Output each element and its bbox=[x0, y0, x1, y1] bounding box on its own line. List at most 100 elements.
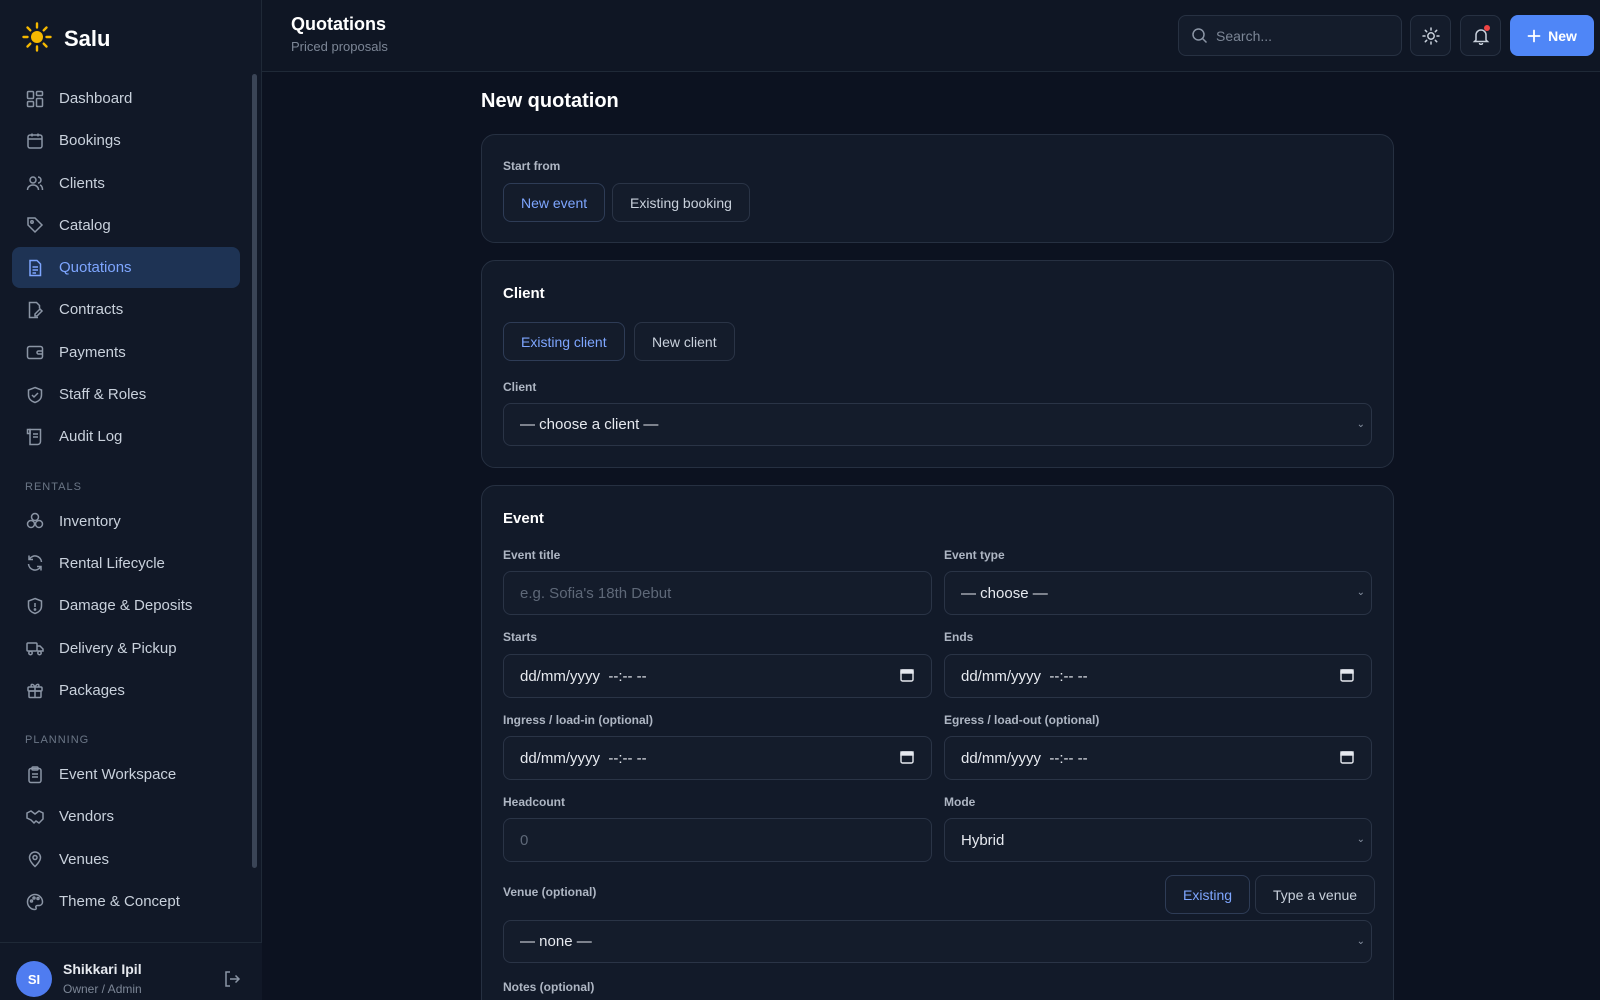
tag-icon bbox=[25, 215, 45, 235]
chevron-down-icon: ⌄ bbox=[1356, 587, 1365, 598]
sidebar-item-label: Venues bbox=[59, 850, 110, 868]
users-icon bbox=[25, 173, 45, 193]
client-field-label: Client bbox=[503, 380, 537, 394]
avatar[interactable]: SI bbox=[16, 961, 52, 997]
event-type-select[interactable]: — choose — ⌄ bbox=[944, 571, 1372, 615]
boxes-icon bbox=[25, 511, 45, 531]
sidebar-item-catalog[interactable]: Catalog bbox=[12, 205, 240, 246]
calendar-picker-icon[interactable] bbox=[900, 750, 914, 768]
scroll-icon bbox=[25, 427, 45, 447]
plus-icon bbox=[1527, 29, 1541, 43]
venue-existing-button[interactable]: Existing bbox=[1165, 875, 1251, 914]
start-from-label: Start from bbox=[503, 159, 561, 173]
sidebar-item-bookings[interactable]: Bookings bbox=[12, 120, 240, 161]
calendar-picker-icon[interactable] bbox=[900, 668, 914, 686]
wallet-icon bbox=[25, 342, 45, 362]
sidebar-item-label: Damage & Deposits bbox=[59, 597, 193, 615]
event-card: Event Event title e.g. Sofia's 18th Debu… bbox=[481, 485, 1394, 1000]
event-type-label: Event type bbox=[944, 548, 1005, 562]
sidebar-item-label: Vendors bbox=[59, 808, 115, 826]
user-name: Shikkari Ipil bbox=[63, 961, 142, 977]
palette-icon bbox=[25, 892, 45, 912]
sidebar-scrollbar[interactable] bbox=[252, 74, 257, 868]
sidebar-item-label: Bookings bbox=[59, 132, 121, 150]
document-icon bbox=[25, 258, 45, 278]
new-client-button[interactable]: New client bbox=[634, 322, 735, 361]
logout-icon[interactable] bbox=[222, 969, 242, 994]
theme-toggle-button[interactable] bbox=[1410, 15, 1451, 56]
sidebar-item-dashboard[interactable]: Dashboard bbox=[12, 78, 240, 119]
start-existing-booking-button[interactable]: Existing booking bbox=[612, 183, 750, 222]
event-title-input[interactable]: e.g. Sofia's 18th Debut bbox=[503, 571, 932, 615]
calendar-icon bbox=[25, 131, 45, 151]
client-select-value: — choose a client — bbox=[520, 416, 659, 433]
search-input[interactable] bbox=[1216, 27, 1376, 44]
egress-label: Egress / load-out (optional) bbox=[944, 713, 1100, 727]
page-section-title: Quotations bbox=[291, 14, 386, 34]
venue-select[interactable]: — none — ⌄ bbox=[503, 920, 1372, 963]
notes-label: Notes (optional) bbox=[503, 980, 595, 994]
sidebar-item-theme-concept[interactable]: Theme & Concept bbox=[12, 881, 240, 922]
section-heading-rentals: RENTALS bbox=[25, 480, 82, 493]
new-button[interactable]: New bbox=[1510, 15, 1594, 56]
sidebar-item-label: Rental Lifecycle bbox=[59, 554, 165, 572]
gift-icon bbox=[25, 680, 45, 700]
clipboard-icon bbox=[25, 765, 45, 785]
sidebar-item-rental-lifecycle[interactable]: Rental Lifecycle bbox=[12, 543, 240, 584]
search-box[interactable] bbox=[1178, 15, 1402, 56]
section-heading-planning: PLANNING bbox=[25, 734, 90, 747]
sidebar-item-label: Inventory bbox=[59, 512, 121, 530]
sidebar-item-staff-roles[interactable]: Staff & Roles bbox=[12, 374, 240, 415]
top-header: Quotations Priced proposals New bbox=[262, 0, 1600, 72]
sun-logo-icon bbox=[22, 21, 52, 57]
brand[interactable]: Salu bbox=[22, 21, 111, 57]
sidebar-item-delivery-pickup[interactable]: Delivery & Pickup bbox=[12, 628, 240, 669]
sidebar-item-clients[interactable]: Clients bbox=[12, 163, 240, 204]
sidebar-item-packages[interactable]: Packages bbox=[12, 670, 240, 711]
sidebar-item-quotations[interactable]: Quotations bbox=[12, 247, 240, 289]
egress-datetime-input[interactable]: dd/mm/yyyy --:-- -- bbox=[944, 736, 1372, 780]
sidebar-item-damage-deposits[interactable]: Damage & Deposits bbox=[12, 585, 240, 626]
sidebar-item-event-workspace[interactable]: Event Workspace bbox=[12, 754, 240, 795]
sidebar-item-audit-log[interactable]: Audit Log bbox=[12, 416, 240, 457]
notifications-button[interactable] bbox=[1460, 15, 1501, 56]
existing-client-button[interactable]: Existing client bbox=[503, 322, 625, 361]
ingress-datetime-input[interactable]: dd/mm/yyyy --:-- -- bbox=[503, 736, 932, 780]
calendar-picker-icon[interactable] bbox=[1340, 750, 1354, 768]
calendar-picker-icon[interactable] bbox=[1340, 668, 1354, 686]
map-pin-icon bbox=[25, 849, 45, 869]
sidebar-item-label: Clients bbox=[59, 174, 105, 192]
ends-value: dd/mm/yyyy --:-- -- bbox=[961, 667, 1088, 685]
starts-value: dd/mm/yyyy --:-- -- bbox=[520, 667, 647, 685]
headcount-label: Headcount bbox=[503, 795, 566, 809]
venue-type-button[interactable]: Type a venue bbox=[1255, 875, 1376, 914]
shield-icon bbox=[25, 385, 45, 405]
sidebar-item-inventory[interactable]: Inventory bbox=[12, 501, 240, 542]
starts-datetime-input[interactable]: dd/mm/yyyy --:-- -- bbox=[503, 654, 932, 698]
sidebar-item-label: Event Workspace bbox=[59, 766, 177, 784]
sidebar-item-venues[interactable]: Venues bbox=[12, 839, 240, 880]
mode-value: Hybrid bbox=[961, 831, 1005, 849]
starts-label: Starts bbox=[503, 630, 538, 644]
venue-label: Venue (optional) bbox=[503, 885, 597, 899]
new-button-label: New bbox=[1548, 27, 1577, 44]
handshake-icon bbox=[25, 807, 45, 827]
mode-select[interactable]: Hybrid ⌄ bbox=[944, 818, 1372, 862]
client-select[interactable]: — choose a client — ⌄ bbox=[503, 403, 1372, 446]
start-new-event-button[interactable]: New event bbox=[503, 183, 606, 222]
event-title-label: Event title bbox=[503, 548, 561, 562]
sidebar-item-contracts[interactable]: Contracts bbox=[12, 289, 240, 330]
notification-dot bbox=[1484, 25, 1490, 31]
headcount-input[interactable]: 0 bbox=[503, 818, 932, 862]
ends-datetime-input[interactable]: dd/mm/yyyy --:-- -- bbox=[944, 654, 1372, 698]
ingress-value: dd/mm/yyyy --:-- -- bbox=[520, 749, 647, 767]
ends-label: Ends bbox=[944, 630, 974, 644]
sidebar-item-vendors[interactable]: Vendors bbox=[12, 796, 240, 837]
ingress-label: Ingress / load-in (optional) bbox=[503, 713, 653, 727]
sidebar-item-label: Catalog bbox=[59, 216, 111, 234]
brand-name: Salu bbox=[64, 26, 111, 51]
sidebar-item-label: Audit Log bbox=[59, 428, 123, 446]
sidebar-item-payments[interactable]: Payments bbox=[12, 332, 240, 373]
chevron-down-icon: ⌄ bbox=[1356, 419, 1365, 430]
sidebar-item-label: Dashboard bbox=[59, 90, 133, 107]
